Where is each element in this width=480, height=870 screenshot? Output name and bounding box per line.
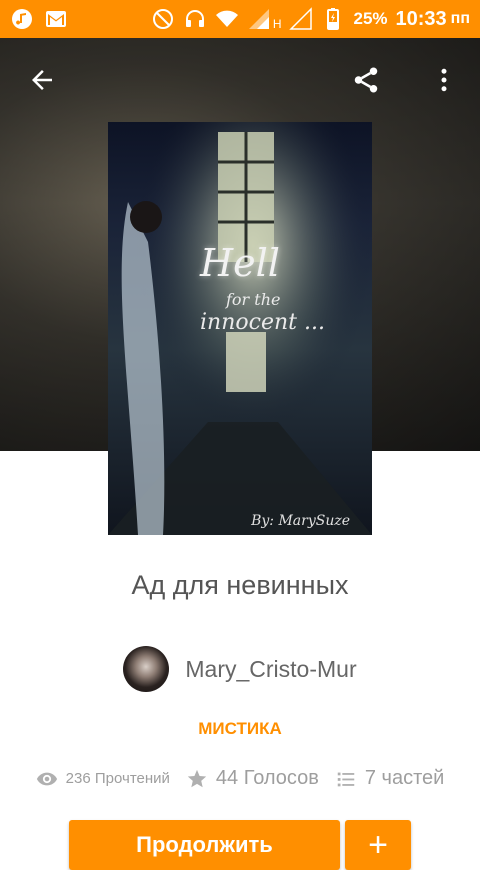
cover-subtitle: for the [226, 290, 281, 309]
author-avatar[interactable] [123, 646, 170, 692]
clock-time: 10:33 [395, 7, 447, 30]
add-to-library-button[interactable]: + [345, 820, 411, 870]
book-cover[interactable]: Hell for the innocent ... By: MarySuze [108, 122, 372, 535]
author-row[interactable]: Mary_Cristo-Mur [0, 646, 480, 692]
cover-subtitle: innocent ... [200, 310, 325, 335]
list-icon [337, 772, 355, 786]
parts-stat[interactable]: 7 частей [335, 767, 444, 790]
clock-ampm: пп [450, 10, 470, 27]
star-icon [187, 769, 207, 787]
status-bar: H 25% 10:33 пп [0, 0, 480, 38]
reads-count: 236 Прочтений [65, 770, 170, 787]
more-options-button[interactable] [420, 56, 468, 104]
signal-icon [247, 7, 271, 31]
back-button[interactable] [18, 56, 66, 104]
votes-stat: 44 Голосов [186, 767, 319, 790]
signal-icon [289, 7, 313, 31]
do-not-disturb-icon [151, 7, 175, 31]
music-icon [10, 7, 34, 31]
author-name[interactable]: Mary_Cristo-Mur [185, 656, 356, 683]
reads-stat: 236 Прочтений [36, 768, 170, 790]
share-icon [354, 67, 378, 93]
parts-count: 7 частей [364, 767, 445, 789]
battery-percent: 25% [353, 9, 388, 28]
story-title: Ад для невинных [131, 570, 349, 600]
eye-icon [36, 772, 57, 785]
share-button[interactable] [342, 56, 390, 104]
gmail-icon [44, 7, 68, 31]
votes-count: 44 Голосов [215, 767, 319, 789]
more-vert-icon [441, 68, 447, 92]
headset-icon [183, 7, 207, 31]
arrow-back-icon [32, 70, 52, 90]
story-stats: 236 Прочтений 44 Голосов 7 частей [0, 767, 480, 790]
genre-link[interactable]: МИСТИКА [0, 719, 480, 739]
cover-title: Hell [200, 241, 280, 285]
continue-reading-button[interactable]: Продолжить [69, 820, 340, 870]
network-type-label: H [272, 17, 282, 31]
battery-charging-icon [321, 7, 345, 31]
cover-author-signature: By: MarySuze [251, 513, 350, 529]
wifi-icon [215, 7, 239, 31]
